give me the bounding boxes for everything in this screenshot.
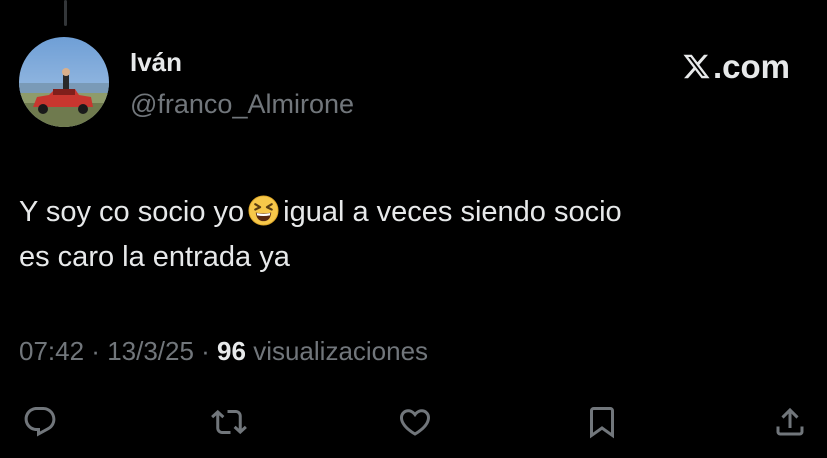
author-handle[interactable]: @franco_Almirone: [130, 89, 354, 120]
bookmark-icon: [590, 407, 614, 439]
brand-watermark: .com: [682, 47, 790, 85]
retweet-icon: [211, 409, 247, 435]
reply-button[interactable]: [20, 400, 60, 444]
tweet-date[interactable]: 13/3/25: [107, 336, 194, 366]
share-icon: [776, 407, 804, 436]
action-bar: [0, 400, 827, 444]
brand-domain-text: .com: [712, 47, 790, 85]
retweet-button[interactable]: [209, 400, 249, 444]
views-count[interactable]: 96: [217, 336, 246, 366]
thread-connector-line: [64, 0, 67, 26]
views-label[interactable]: visualizaciones: [246, 336, 428, 366]
grinning-squinting-face-emoji: [248, 195, 279, 226]
meta-separator: ·: [193, 336, 218, 366]
tweet-line-2: es caro la entrada ya: [19, 241, 290, 273]
tweet-body: Y soy co socio yo igual a veces siendo s…: [19, 190, 809, 280]
tweet-time[interactable]: 07:42: [19, 336, 84, 366]
avatar-photo: [19, 37, 109, 127]
share-button[interactable]: [770, 400, 810, 444]
bookmark-button[interactable]: [582, 400, 622, 444]
author-name[interactable]: Iván: [130, 47, 182, 78]
like-button[interactable]: [395, 400, 435, 444]
tweet-text-segment: Y soy co socio yo: [19, 196, 245, 228]
tweet-metadata: 07:42 · 13/3/25 · 96 visualizaciones: [19, 336, 428, 367]
x-logo-icon: [683, 54, 710, 78]
heart-icon: [399, 409, 431, 436]
tweet-text-segment: igual a veces siendo socio: [283, 196, 622, 228]
reply-icon: [24, 407, 56, 437]
tweet-line-1: Y soy co socio yo igual a veces siendo s…: [19, 190, 809, 235]
avatar[interactable]: [19, 37, 109, 127]
meta-separator: ·: [84, 336, 108, 366]
